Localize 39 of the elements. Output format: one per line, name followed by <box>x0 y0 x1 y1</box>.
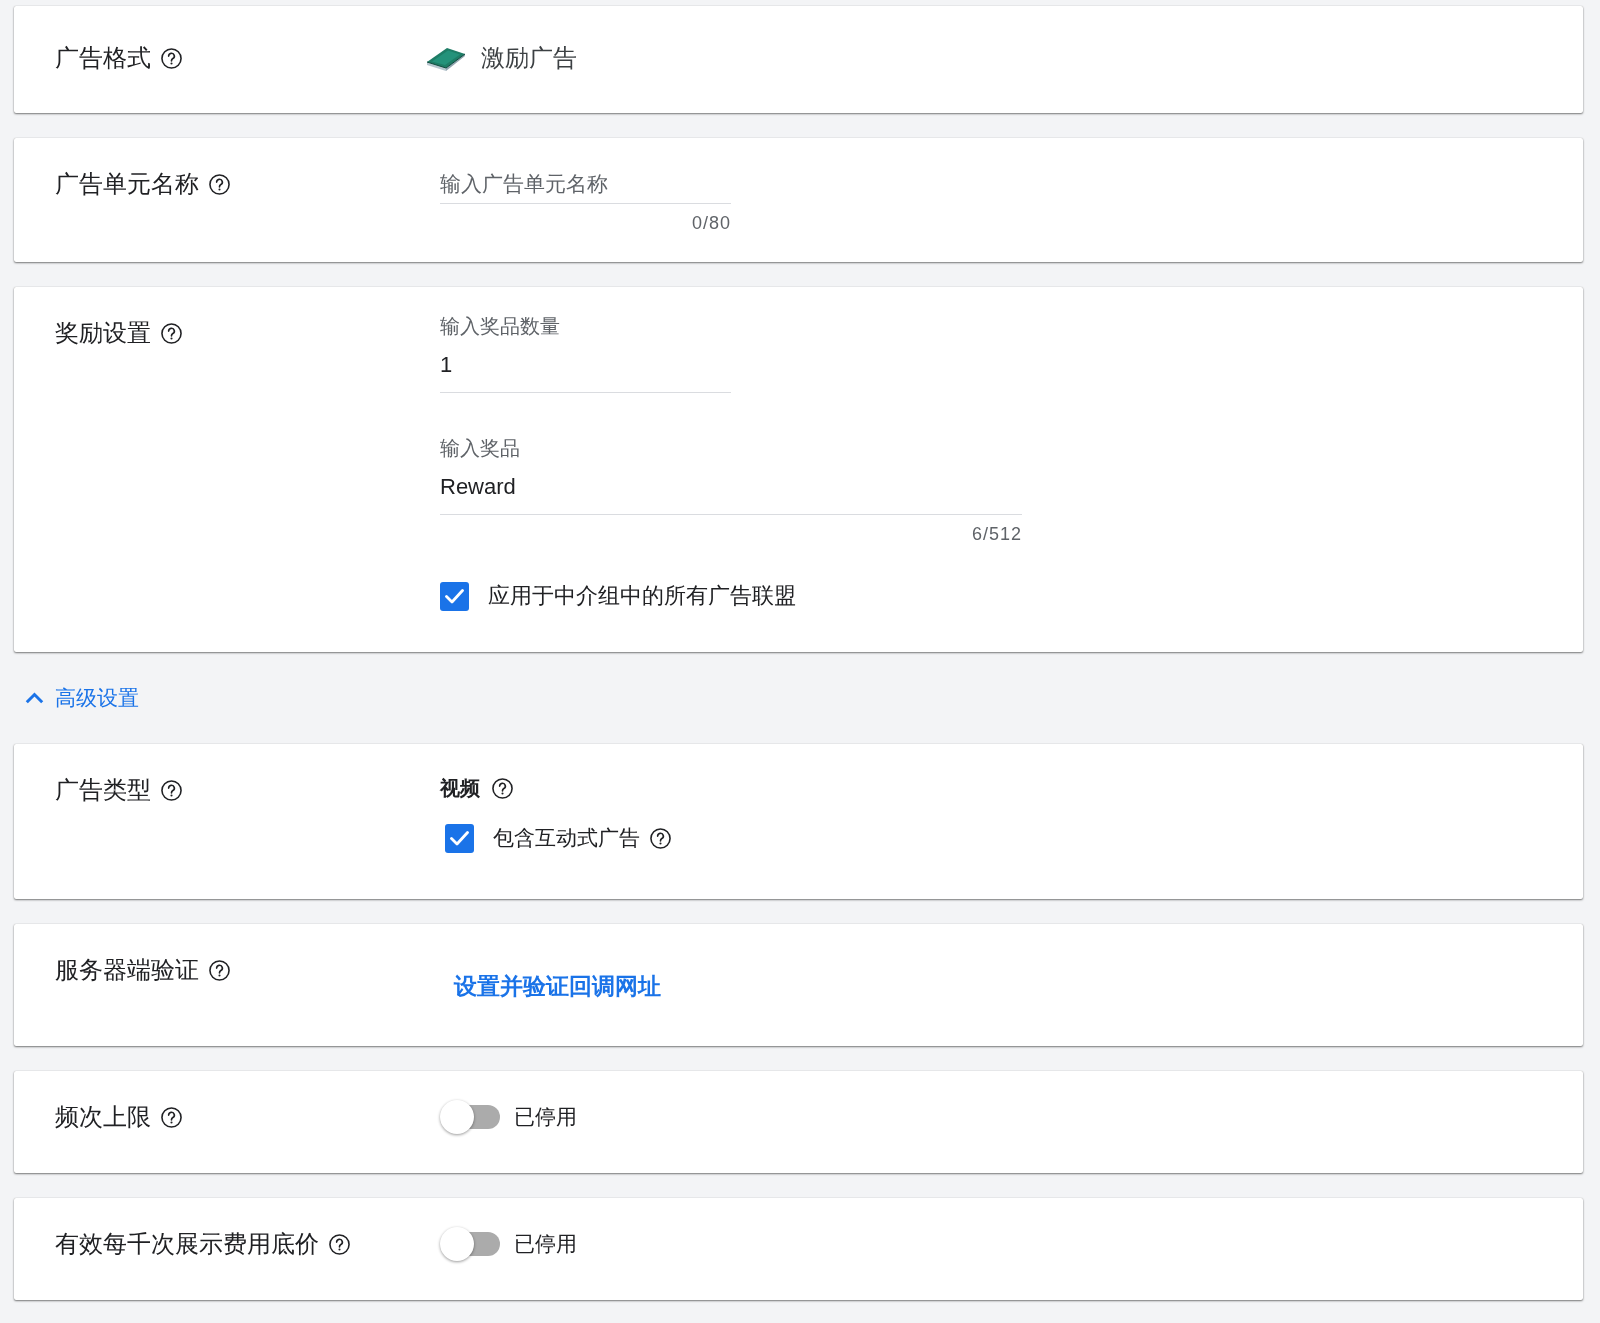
checkbox[interactable] <box>445 823 474 853</box>
field-label: 输入奖品 <box>440 437 521 459</box>
help-icon[interactable] <box>161 1106 182 1128</box>
help-icon[interactable] <box>650 827 671 849</box>
help-icon[interactable] <box>209 959 230 981</box>
help-icon[interactable] <box>161 47 182 69</box>
ad-type-option: 视频 <box>440 775 480 801</box>
help-icon[interactable] <box>329 1233 350 1255</box>
section-label: 奖励设置 <box>55 320 151 346</box>
section-label: 广告类型 <box>55 777 151 803</box>
callback-url-link[interactable]: 设置并验证回调网址 <box>440 965 675 1007</box>
advanced-settings-toggle[interactable]: 高级设置 <box>14 677 145 719</box>
character-counter: 6/512 <box>971 524 1022 544</box>
section-label: 服务器端验证 <box>55 957 199 983</box>
checkbox-label: 应用于中介组中的所有广告联盟 <box>488 583 796 609</box>
number-input-field[interactable]: 1 <box>440 352 731 393</box>
toggle-switch[interactable] <box>440 1100 500 1134</box>
checkbox-label: 包含互动式广告 <box>493 825 640 851</box>
ad-format-value: 激励广告 <box>481 45 577 71</box>
text-input-field[interactable]: Reward <box>440 474 1022 515</box>
switch-status: 已停用 <box>514 1231 577 1257</box>
book-icon <box>427 45 465 71</box>
ad-unit-name-field[interactable]: 输入广告单元名称 <box>440 171 731 204</box>
help-icon[interactable] <box>161 779 182 801</box>
toggle-switch[interactable] <box>440 1227 500 1261</box>
help-icon[interactable] <box>492 777 513 799</box>
field-label: 输入奖品数量 <box>440 315 561 337</box>
help-icon[interactable] <box>161 322 182 344</box>
section-label: 频次上限 <box>55 1104 151 1130</box>
checkmark-icon <box>445 588 464 604</box>
help-icon[interactable] <box>209 173 230 195</box>
section-label: 广告单元名称 <box>55 171 199 197</box>
checkmark-icon <box>450 830 469 846</box>
checkbox[interactable] <box>440 581 469 611</box>
switch-status: 已停用 <box>514 1104 577 1130</box>
chevron-up-icon <box>25 692 44 704</box>
section-label: 广告格式 <box>55 45 151 71</box>
section-label: 有效每千次展示费用底价 <box>55 1231 319 1257</box>
character-counter: 0/80 <box>691 213 731 233</box>
